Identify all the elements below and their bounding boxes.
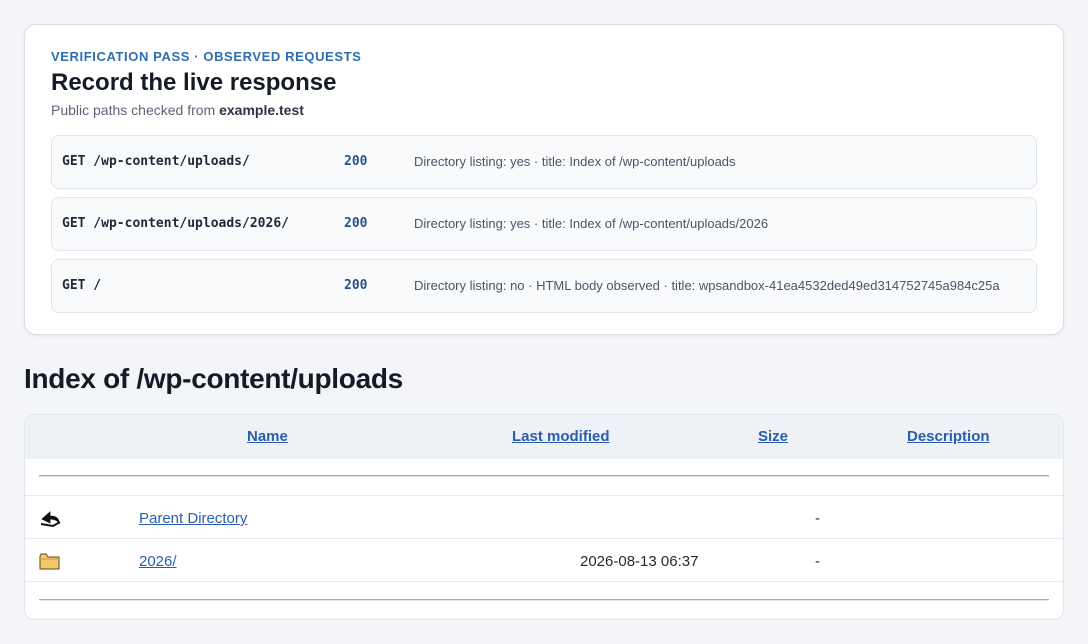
request-note: Directory listing: yes · title: Index of…	[414, 154, 736, 169]
column-header-description[interactable]: Description	[907, 428, 990, 445]
last-modified-cell: 2026-08-13 06:37	[580, 553, 699, 570]
verification-subtitle: Public paths checked from example.test	[51, 102, 304, 118]
request-status: 200	[344, 216, 368, 231]
horizontal-rule	[39, 475, 1049, 477]
subtitle-prefix: Public paths checked from	[51, 102, 216, 118]
table-row: 2026/ 2026-08-13 06:37 -	[25, 539, 1063, 582]
host-name: example.test	[219, 102, 304, 118]
request-method-path: GET /wp-content/uploads/	[62, 154, 250, 169]
verification-title: Record the live response	[51, 69, 337, 96]
request-method-path: GET /wp-content/uploads/2026/	[62, 216, 289, 231]
request-status: 200	[344, 278, 368, 293]
index-title: Index of /wp-content/uploads	[24, 363, 403, 394]
column-header-name[interactable]: Name	[247, 428, 288, 445]
horizontal-rule	[39, 599, 1049, 601]
table-row: Parent Directory -	[25, 496, 1063, 539]
table-header: Name Last modified Size Description	[25, 415, 1063, 459]
request-note: Directory listing: yes · title: Index of…	[414, 216, 769, 231]
column-header-size[interactable]: Size	[758, 428, 788, 445]
row-divider	[25, 581, 1063, 582]
size-cell: -	[815, 553, 820, 570]
size-cell: -	[815, 510, 820, 527]
column-header-last-modified[interactable]: Last modified	[512, 428, 610, 445]
request-row: GET /wp-content/uploads/2026/ 200 Direct…	[51, 197, 1037, 251]
request-note: Directory listing: no · HTML body observ…	[414, 278, 1000, 293]
folder-link-2026[interactable]: 2026/	[139, 553, 177, 570]
verification-card: VERIFICATION PASS · OBSERVED REQUESTS Re…	[24, 24, 1064, 335]
back-arrow-icon	[39, 508, 61, 528]
directory-listing-table: Name Last modified Size Description Pare…	[24, 414, 1064, 620]
request-row: GET / 200 Directory listing: no · HTML b…	[51, 259, 1037, 313]
request-method-path: GET /	[62, 278, 102, 293]
request-row: GET /wp-content/uploads/ 200 Directory l…	[51, 135, 1037, 189]
verification-eyebrow: VERIFICATION PASS · OBSERVED REQUESTS	[51, 49, 362, 64]
parent-directory-link[interactable]: Parent Directory	[139, 510, 247, 527]
folder-icon	[39, 551, 61, 571]
request-status: 200	[344, 154, 368, 169]
